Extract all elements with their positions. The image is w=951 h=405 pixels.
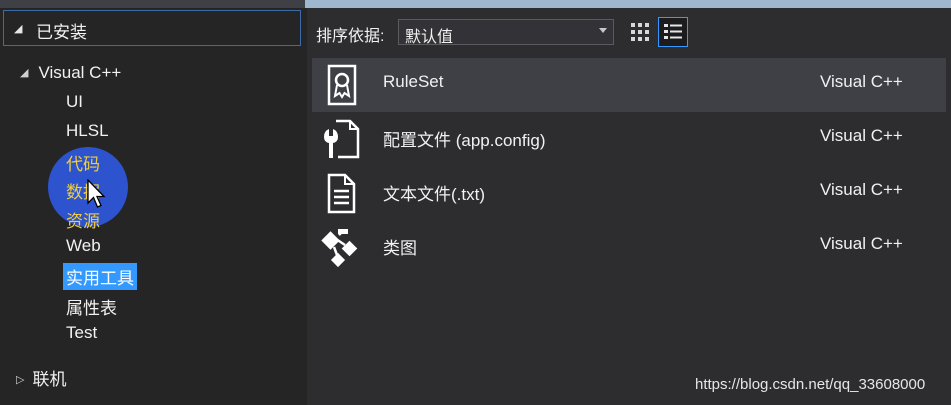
category-pane: ◢ 已安装 ◢ Visual C++ UI HLSL 代码 数据 资源 Web 实… xyxy=(0,8,307,405)
text-file-icon xyxy=(327,173,356,214)
grid-view-icon xyxy=(631,23,649,41)
template-name: RuleSet xyxy=(383,72,444,91)
tree-node-online[interactable]: ▷ 联机 xyxy=(16,365,66,390)
tree-item-hlsl[interactable]: HLSL xyxy=(66,121,109,141)
tree-node-visual-cpp[interactable]: ◢ Visual C++ xyxy=(20,63,121,83)
tree-item-test[interactable]: Test xyxy=(66,323,97,343)
sort-label: 排序依据: xyxy=(316,28,385,45)
template-item-class-diagram[interactable]: 类图 Visual C++ xyxy=(312,220,946,274)
tree-node-label: 联机 xyxy=(32,370,67,389)
mouse-pointer-icon xyxy=(87,179,106,208)
tree-item-resources[interactable]: 资源 xyxy=(66,207,100,232)
sort-toolbar: 排序依据: 默认值 xyxy=(307,8,951,54)
installed-header[interactable]: ◢ 已安装 xyxy=(3,10,301,46)
template-item-ruleset[interactable]: RuleSet Visual C++ xyxy=(312,58,946,112)
tree-item-property-sheet[interactable]: 属性表 xyxy=(66,294,117,319)
template-pane: 排序依据: 默认值 RuleSet Visual C++ 配置文件 (app.c… xyxy=(307,8,951,405)
template-language: Visual C++ xyxy=(820,234,903,253)
installed-label: 已安装 xyxy=(36,23,87,42)
window-top-strip xyxy=(0,0,951,8)
collapsed-triangle-icon[interactable]: ▷ xyxy=(16,374,24,386)
tree-node-label: Visual C++ xyxy=(38,63,122,82)
class-diagram-icon xyxy=(321,229,358,268)
template-language: Visual C++ xyxy=(820,180,903,199)
list-view-icon xyxy=(664,24,682,39)
template-list: RuleSet Visual C++ 配置文件 (app.config) Vis… xyxy=(312,58,951,274)
top-accent-bar xyxy=(305,0,951,8)
template-name: 配置文件 (app.config) xyxy=(383,131,546,150)
watermark-text: https://blog.csdn.net/qq_33608000 xyxy=(695,376,926,393)
expanded-triangle-icon[interactable]: ◢ xyxy=(20,67,28,79)
list-view-button[interactable] xyxy=(658,17,688,47)
sort-dropdown-value: 默认值 xyxy=(405,29,454,46)
chevron-down-icon xyxy=(599,28,607,33)
template-name: 文本文件(.txt) xyxy=(383,185,485,204)
template-language: Visual C++ xyxy=(820,126,903,145)
template-item-config-file[interactable]: 配置文件 (app.config) Visual C++ xyxy=(312,112,946,166)
collapse-triangle-icon[interactable]: ◢ xyxy=(14,22,22,35)
template-language: Visual C++ xyxy=(820,72,903,91)
tree-item-ui[interactable]: UI xyxy=(66,92,83,112)
tree-item-web[interactable]: Web xyxy=(66,236,101,256)
tree-item-utility[interactable]: 实用工具 xyxy=(63,263,137,290)
grid-view-button[interactable] xyxy=(625,17,655,47)
config-file-icon xyxy=(324,119,360,159)
tree-item-code[interactable]: 代码 xyxy=(66,150,100,175)
template-name: 类图 xyxy=(383,239,417,258)
sort-dropdown[interactable]: 默认值 xyxy=(398,19,614,46)
ruleset-icon xyxy=(327,64,357,106)
template-item-text-file[interactable]: 文本文件(.txt) Visual C++ xyxy=(312,166,946,220)
